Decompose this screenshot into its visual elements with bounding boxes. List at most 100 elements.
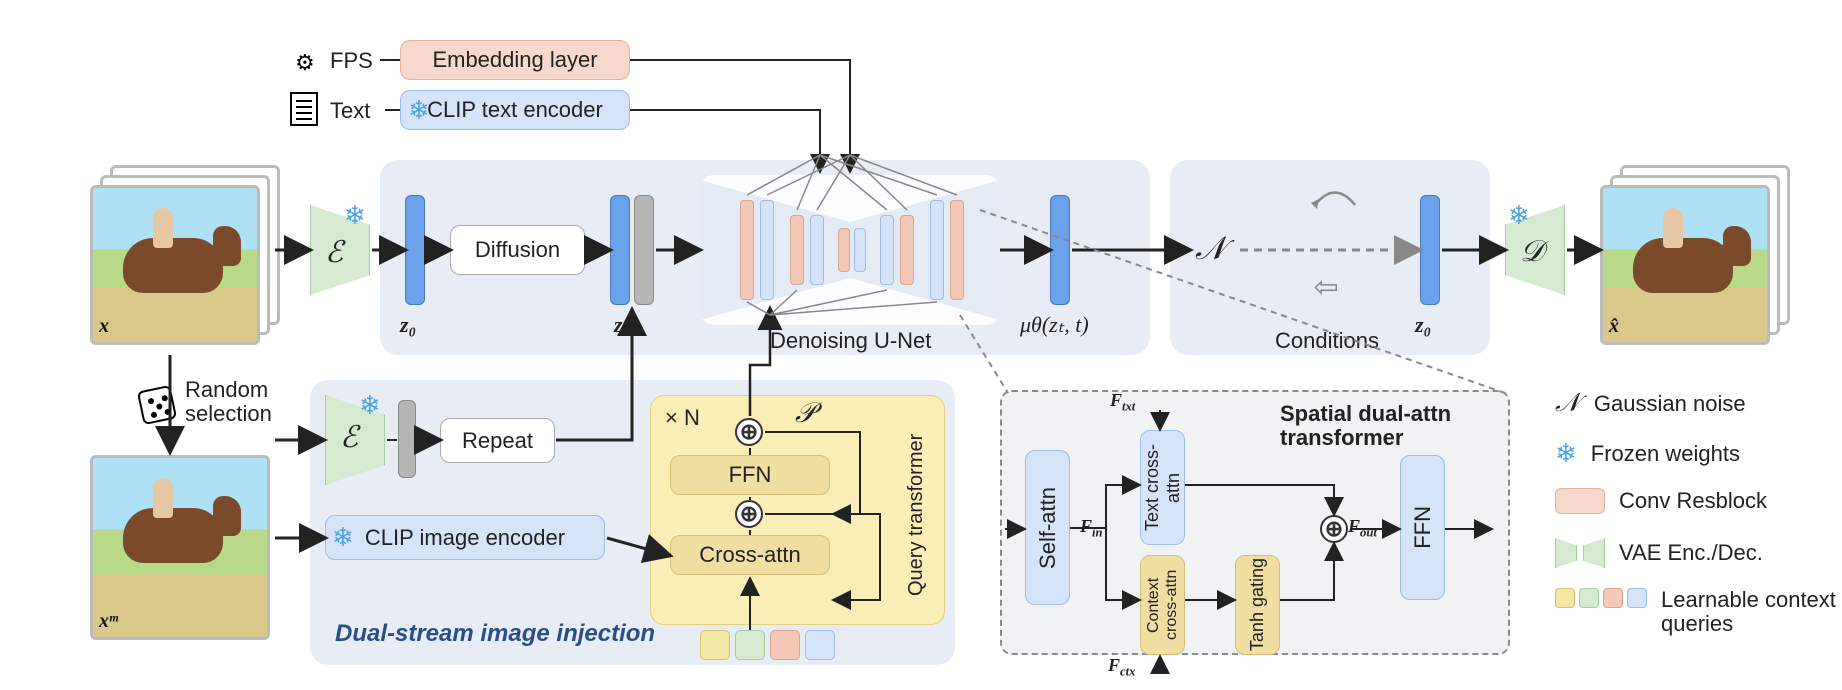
embedding-layer-label: Embedding layer: [432, 47, 597, 73]
spatial-title: Spatial dual-attn transformer: [1280, 402, 1500, 450]
unet-bar-3: [790, 215, 804, 285]
F-in-label: Fin: [1080, 516, 1103, 541]
clip-text-encoder-block: CLIP text encoder: [400, 90, 630, 130]
encoder-E-label-2: ℰ: [340, 420, 358, 455]
random-selection-label: Random selection: [185, 378, 295, 426]
zt-bar-gray: [634, 195, 654, 305]
legend-conv-resblock-label: Conv Resblock: [1619, 488, 1767, 514]
xhat-label: x̂: [1609, 315, 1619, 338]
snowflake-icon-image-encoder: ❄: [332, 522, 354, 553]
zt-bar-blue: [610, 195, 630, 305]
unet-bar-1: [740, 200, 754, 300]
fps-icon: ⚙︎: [295, 50, 315, 76]
query-token-3: [770, 630, 800, 660]
repeat-block: Repeat: [440, 418, 555, 463]
unet-bar-8: [900, 215, 914, 285]
legend-conv-resblock: Conv Resblock: [1555, 488, 1767, 514]
noise-N-label: 𝒩: [1195, 230, 1226, 268]
cross-attn-block: Cross-attn: [670, 535, 830, 575]
snowflake-icon-encoder-injection: ❄: [359, 390, 381, 421]
z0-bar: [405, 195, 425, 305]
encoder-E-label: ℰ: [325, 235, 343, 270]
image-stack-x: x: [90, 165, 280, 350]
clip-image-encoder-block: CLIP image encoder: [325, 515, 605, 560]
snowflake-icon-text-encoder: ❄: [408, 95, 430, 126]
zt-label: zₜ: [614, 312, 629, 338]
unet-bar-7: [880, 215, 894, 285]
text-input-label: Text: [330, 98, 370, 124]
tanh-gating-label: Tanh gating: [1247, 558, 1268, 651]
legend-vae-enc-dec: VAE Enc./Dec.: [1555, 538, 1763, 568]
image-xm: xᵐ: [90, 455, 280, 640]
legend-gaussian-noise: 𝒩 Gaussian noise: [1555, 388, 1746, 419]
embedding-layer-block: Embedding layer: [400, 40, 630, 80]
legend-queries-icon: [1555, 588, 1647, 612]
times-N-label: × N: [665, 405, 700, 431]
self-attn-block: Self-attn: [1025, 450, 1070, 605]
context-cross-attn-block: Context cross-attn: [1140, 555, 1185, 655]
plus-circle-bottom: ⊕: [735, 500, 763, 528]
dice-icon: [137, 385, 177, 425]
snowflake-icon-encoder-main: ❄: [344, 200, 366, 231]
unet-bar-2: [760, 200, 774, 300]
ffn-block: FFN: [670, 455, 830, 495]
tanh-gating-block: Tanh gating: [1235, 555, 1280, 655]
unet-bar-6: [854, 228, 866, 272]
z0-right-bar: [1420, 195, 1440, 305]
x-label: x: [99, 315, 109, 338]
query-token-4: [805, 630, 835, 660]
plus-circle-spatial: ⊕: [1320, 515, 1348, 543]
legend-frozen-weights: ❄ Frozen weights: [1555, 438, 1740, 469]
mu-label: μθ(zₜ, t): [1020, 312, 1089, 338]
self-attn-label: Self-attn: [1035, 487, 1061, 569]
query-transformer-label: Query transformer: [905, 415, 931, 615]
diffusion-block: Diffusion: [450, 225, 585, 275]
text-cross-attn-block: Text cross-attn: [1140, 430, 1185, 545]
z0-label: z₀: [400, 312, 416, 338]
legend-learnable-queries: Learnable context queries: [1555, 588, 1842, 636]
xm-label: xᵐ: [99, 610, 118, 633]
ffn-spatial-block: FFN: [1400, 455, 1445, 600]
legend-vae-enc-dec-label: VAE Enc./Dec.: [1619, 540, 1763, 566]
text-doc-icon: [290, 92, 318, 126]
legend-gaussian-noise-label: Gaussian noise: [1594, 391, 1746, 417]
unet-bar-5: [838, 228, 850, 272]
image-stack-xhat: x̂: [1600, 165, 1790, 350]
legend-vae-icon: [1555, 538, 1605, 568]
conditions-label: Conditions: [1275, 328, 1379, 354]
legend-conv-resblock-icon: [1555, 488, 1605, 514]
F-txt-label: Ftxt: [1110, 390, 1135, 415]
P-label: 𝒫: [795, 398, 815, 430]
conditions-arrow-icon: ⇧: [1310, 275, 1345, 300]
denoising-unet-label: Denoising U-Net: [770, 328, 931, 354]
legend-learnable-queries-label: Learnable context queries: [1661, 588, 1842, 636]
query-token-1: [700, 630, 730, 660]
query-token-2: [735, 630, 765, 660]
unet-bar-4: [810, 215, 824, 285]
dual-stream-title: Dual-stream image injection: [335, 620, 655, 648]
unet-bar-10: [950, 200, 964, 300]
plus-circle-top: ⊕: [735, 418, 763, 446]
text-cross-attn-label: Text cross-attn: [1142, 431, 1184, 544]
ffn-spatial-label: FFN: [1410, 506, 1436, 549]
legend-snowflake-icon: ❄: [1555, 438, 1577, 469]
legend-frozen-weights-label: Frozen weights: [1591, 441, 1740, 467]
F-ctx-label: Fctx: [1108, 655, 1135, 680]
legend-N-icon: 𝒩: [1555, 388, 1580, 419]
context-cross-attn-label: Context cross-attn: [1145, 556, 1181, 654]
ffn-label: FFN: [729, 462, 772, 488]
injection-feature-bar: [398, 400, 416, 478]
cross-attn-label: Cross-attn: [699, 542, 800, 568]
repeat-label: Repeat: [462, 428, 533, 454]
diffusion-label: Diffusion: [475, 237, 560, 263]
z0-right-label: z₀: [1415, 312, 1431, 338]
decoder-D-label: 𝒟: [1520, 235, 1544, 269]
fps-label: FPS: [330, 48, 373, 74]
clip-text-encoder-label: CLIP text encoder: [427, 97, 603, 123]
snowflake-icon-decoder: ❄: [1508, 200, 1530, 231]
mu-bar: [1050, 195, 1070, 305]
unet-bar-9: [930, 200, 944, 300]
F-out-label: Fout: [1348, 516, 1377, 541]
loop-icon: [1305, 175, 1365, 215]
clip-image-encoder-label: CLIP image encoder: [365, 525, 565, 551]
